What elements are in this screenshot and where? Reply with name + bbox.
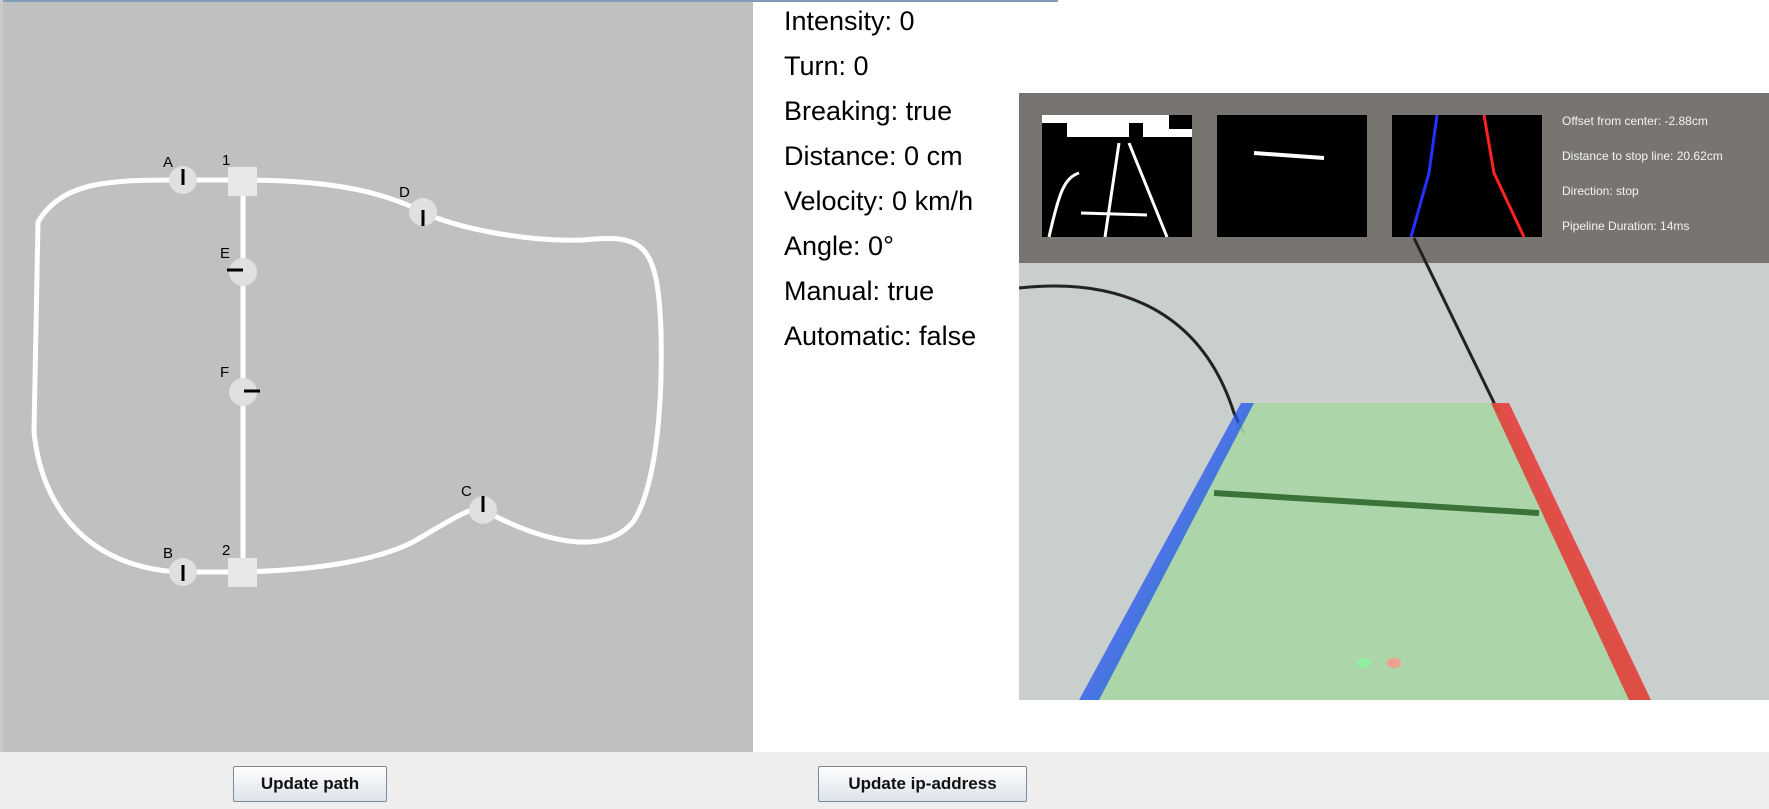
node-A[interactable]: A	[163, 154, 197, 194]
switch-2-label: 2	[222, 542, 230, 559]
velocity-readout: Velocity: 0 km/h	[784, 186, 974, 216]
direction-readout: Direction: stop	[1562, 184, 1639, 198]
node-E-marker[interactable]	[229, 258, 257, 286]
breaking-readout: Breaking: true	[784, 96, 953, 126]
pipeline-duration-readout: Pipeline Duration: 14ms	[1562, 219, 1690, 233]
switch-1-marker[interactable]	[228, 167, 257, 196]
track-map: 1 2 A B C D E F	[3, 2, 753, 758]
node-C-label: C	[461, 483, 472, 500]
camera-feed: Offset from center: -2.88cm Distance to …	[1019, 93, 1769, 700]
distance-readout: Distance: 0 cm	[784, 141, 963, 171]
node-B-label: B	[163, 545, 173, 562]
update-path-button[interactable]: Update path	[233, 766, 387, 802]
node-E-label: E	[220, 245, 230, 262]
node-F-label: F	[220, 364, 229, 381]
intensity-readout: Intensity: 0	[784, 6, 915, 36]
automatic-readout: Automatic: false	[784, 321, 977, 351]
offset-readout: Offset from center: -2.88cm	[1562, 114, 1708, 128]
node-A-label: A	[163, 154, 173, 171]
node-D-label: D	[399, 184, 410, 201]
switch-1-label: 1	[222, 152, 230, 169]
switch-2[interactable]: 2	[222, 542, 257, 587]
vehicle-position-marker	[1387, 658, 1401, 668]
update-ip-address-button[interactable]: Update ip-address	[818, 766, 1027, 802]
angle-readout: Angle: 0°	[784, 231, 894, 261]
thumbnail-lanes	[1392, 114, 1542, 238]
lane-center-marker	[1357, 658, 1371, 668]
stop-line-distance-readout: Distance to stop line: 20.62cm	[1562, 149, 1723, 163]
switch-1[interactable]: 1	[222, 152, 257, 196]
switch-2-marker[interactable]	[228, 558, 257, 587]
node-B[interactable]: B	[163, 545, 197, 586]
track-lines	[31, 177, 664, 575]
node-C[interactable]: C	[461, 483, 497, 524]
manual-readout: Manual: true	[784, 276, 935, 306]
thumbnail-threshold	[1042, 115, 1192, 238]
node-E[interactable]: E	[220, 245, 257, 286]
thumbnail-stopline	[1217, 115, 1367, 237]
turn-readout: Turn: 0	[784, 51, 869, 81]
node-F[interactable]: F	[220, 364, 260, 406]
